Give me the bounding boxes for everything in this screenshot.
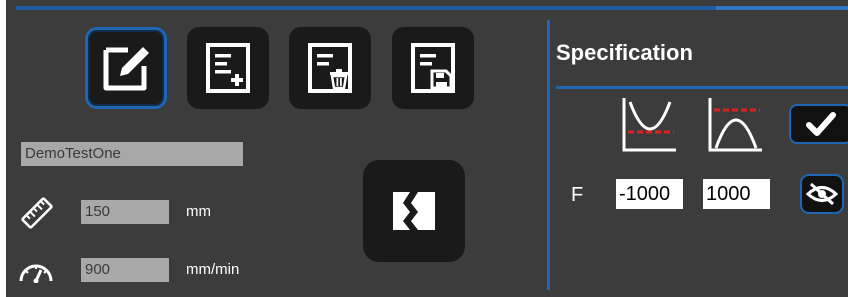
section-divider <box>547 20 550 290</box>
speed-unit: mm/min <box>186 261 240 278</box>
min-limit-curve-icon[interactable] <box>620 96 678 154</box>
sample-break-button[interactable] <box>363 160 465 262</box>
specification-title: Specification <box>556 40 693 65</box>
delete-document-button[interactable] <box>289 27 371 109</box>
speedometer-icon <box>19 264 53 283</box>
force-label: F <box>571 184 584 206</box>
top-accent-line <box>16 6 848 10</box>
length-unit: mm <box>186 203 211 220</box>
sample-break-icon <box>393 192 435 230</box>
delete-document-icon <box>308 43 352 93</box>
new-document-button[interactable] <box>187 27 269 109</box>
length-input[interactable]: 150 <box>81 200 169 224</box>
check-icon <box>806 112 836 136</box>
upper-limit-input[interactable]: 1000 <box>703 179 770 209</box>
speed-input[interactable]: 900 <box>81 258 169 282</box>
confirm-button[interactable] <box>789 104 848 144</box>
main-panel: DemoTestOne 150 mm 900 mm/min Specificat… <box>0 0 848 297</box>
edit-icon <box>103 47 149 91</box>
eye-off-icon <box>806 182 838 206</box>
toggle-visibility-button[interactable] <box>800 174 844 214</box>
new-document-icon <box>206 43 250 93</box>
ruler-icon <box>21 197 53 229</box>
test-name-input[interactable]: DemoTestOne <box>21 142 243 166</box>
save-document-icon <box>411 43 455 93</box>
max-limit-curve-icon[interactable] <box>706 96 764 154</box>
specification-underline <box>556 86 848 89</box>
lower-limit-input[interactable]: -1000 <box>616 179 683 209</box>
edit-button[interactable] <box>85 27 167 109</box>
save-document-button[interactable] <box>392 27 474 109</box>
